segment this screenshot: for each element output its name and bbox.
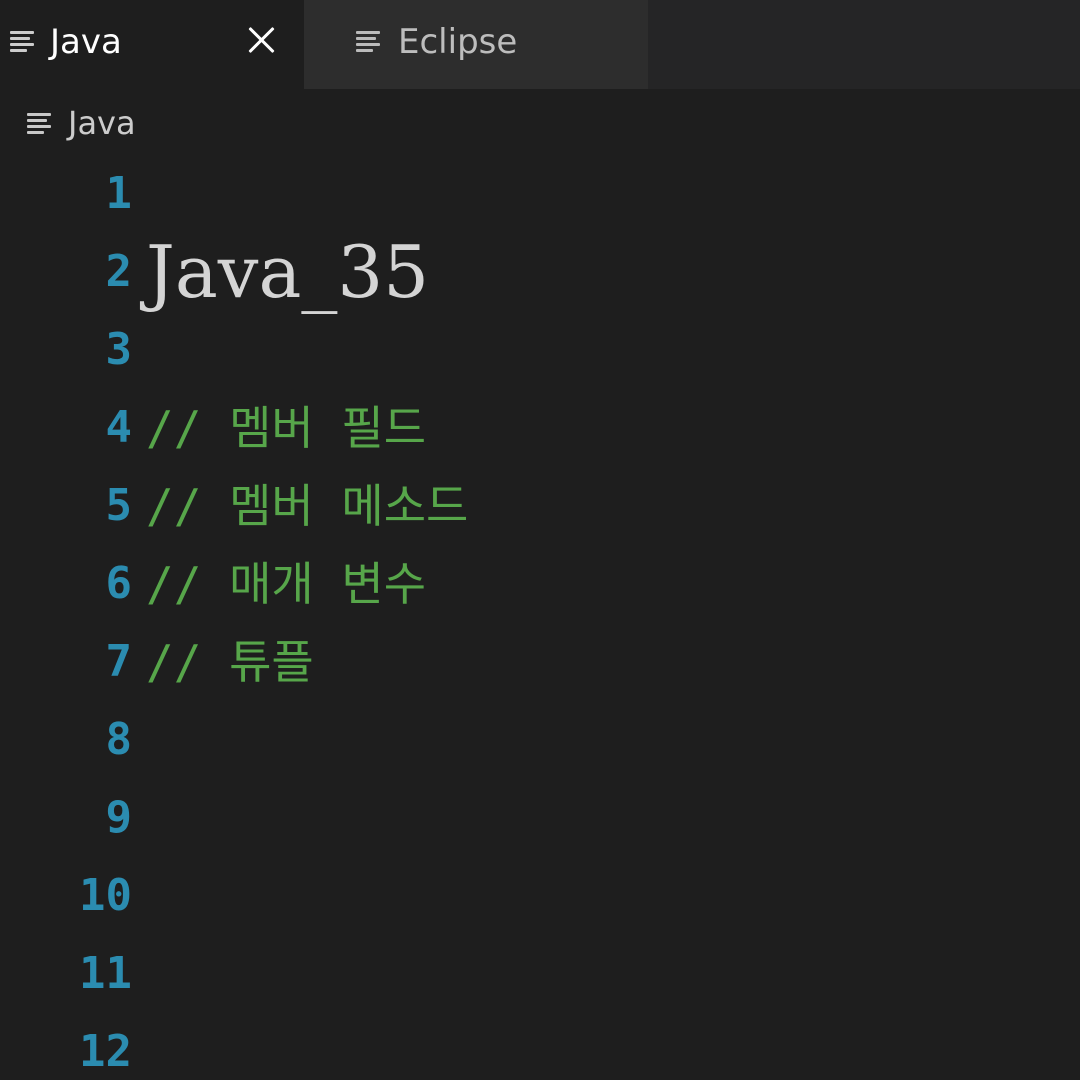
line-number: 8 <box>105 714 133 765</box>
line-number: 10 <box>79 870 132 921</box>
tab-label: Eclipse <box>398 22 518 62</box>
code-editor[interactable]: 1 2 Java_35 3 4 // 멤버 필드 5 // 멤버 메소드 6 /… <box>0 155 1080 1080</box>
tab-java[interactable]: Java <box>0 0 304 89</box>
comment-text: // 매개 변수 <box>146 557 427 611</box>
code-line[interactable]: 6 // 매개 변수 <box>0 545 1080 623</box>
breadcrumb-label: Java <box>68 104 136 142</box>
code-line[interactable]: 3 <box>0 311 1080 389</box>
tab-bar: Java Eclipse <box>0 0 1080 89</box>
line-number: 1 <box>105 168 133 219</box>
code-line[interactable]: 1 <box>0 155 1080 233</box>
document-lines-icon <box>10 29 36 53</box>
heading-text: Java_35 <box>146 230 430 314</box>
code-line[interactable]: 9 <box>0 779 1080 857</box>
line-number: 2 <box>105 246 133 297</box>
code-line[interactable]: 12 <box>0 1013 1080 1080</box>
code-line[interactable]: 8 <box>0 701 1080 779</box>
line-number: 12 <box>79 1026 132 1077</box>
line-number: 4 <box>105 402 133 453</box>
comment-text: // 멤버 필드 <box>146 401 427 455</box>
line-number: 7 <box>105 636 133 687</box>
breadcrumb[interactable]: Java <box>0 89 1080 159</box>
code-line[interactable]: 5 // 멤버 메소드 <box>0 467 1080 545</box>
code-line[interactable]: 2 Java_35 <box>0 230 1080 314</box>
document-lines-icon <box>356 29 382 53</box>
line-number: 6 <box>105 558 133 609</box>
document-lines-icon <box>27 111 53 135</box>
comment-text: // 튜플 <box>146 635 314 689</box>
code-line[interactable]: 11 <box>0 935 1080 1013</box>
line-number: 9 <box>105 792 133 843</box>
line-number: 11 <box>79 948 132 999</box>
comment-text: // 멤버 메소드 <box>146 479 469 533</box>
code-line[interactable]: 4 // 멤버 필드 <box>0 389 1080 467</box>
code-line[interactable]: 7 // 튜플 <box>0 623 1080 701</box>
line-number: 3 <box>105 324 133 375</box>
tab-eclipse[interactable]: Eclipse <box>304 0 648 89</box>
code-line[interactable]: 10 <box>0 857 1080 935</box>
line-number: 5 <box>105 480 133 531</box>
close-icon[interactable] <box>247 25 277 55</box>
tab-label: Java <box>50 22 122 62</box>
editor-window: Java Eclipse Java 1 2 Java_35 3 4 // 멤버 … <box>0 0 1080 1080</box>
